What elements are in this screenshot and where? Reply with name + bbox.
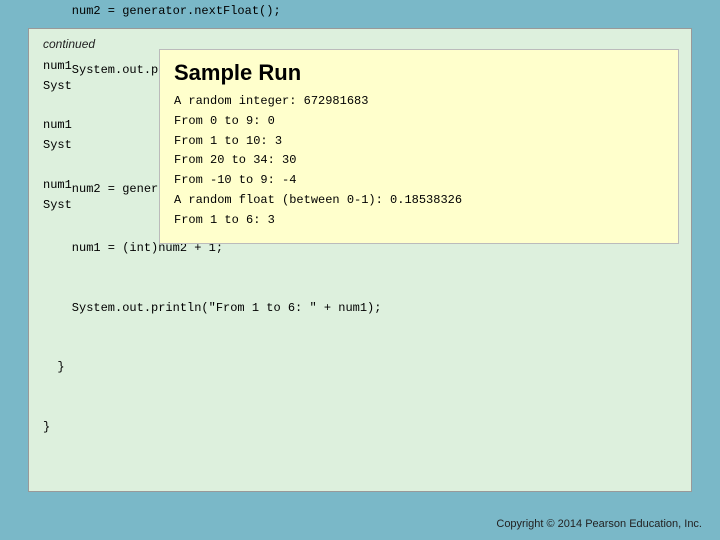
sample-line-1: A random integer: 672981683 <box>174 92 664 112</box>
sample-line-3: From 1 to 10: 3 <box>174 132 664 152</box>
bottom-line-7: } <box>43 418 677 438</box>
bottom-line-5: System.out.println("From 1 to 6: " + num… <box>43 299 677 319</box>
bottom-line-1: num2 = generator.nextFloat(); <box>43 2 677 22</box>
copyright-text: Copyright © 2014 Pearson Education, Inc. <box>496 518 702 530</box>
sample-line-7: From 1 to 6: 3 <box>174 211 664 231</box>
sample-line-5: From -10 to 9: -4 <box>174 171 664 191</box>
sample-line-6: A random float (between 0-1): 0.18538326 <box>174 191 664 211</box>
sample-run-box: Sample Run A random integer: 672981683 F… <box>159 49 679 244</box>
sample-run-title: Sample Run <box>174 60 664 86</box>
page-background: continued Sample Run A random integer: 6… <box>0 0 720 540</box>
sample-run-lines: A random integer: 672981683 From 0 to 9:… <box>174 92 664 231</box>
sample-line-4: From 20 to 34: 30 <box>174 151 664 171</box>
main-content-box: continued Sample Run A random integer: 6… <box>28 28 692 492</box>
bottom-line-6: } <box>43 358 677 378</box>
sample-line-2: From 0 to 9: 0 <box>174 112 664 132</box>
